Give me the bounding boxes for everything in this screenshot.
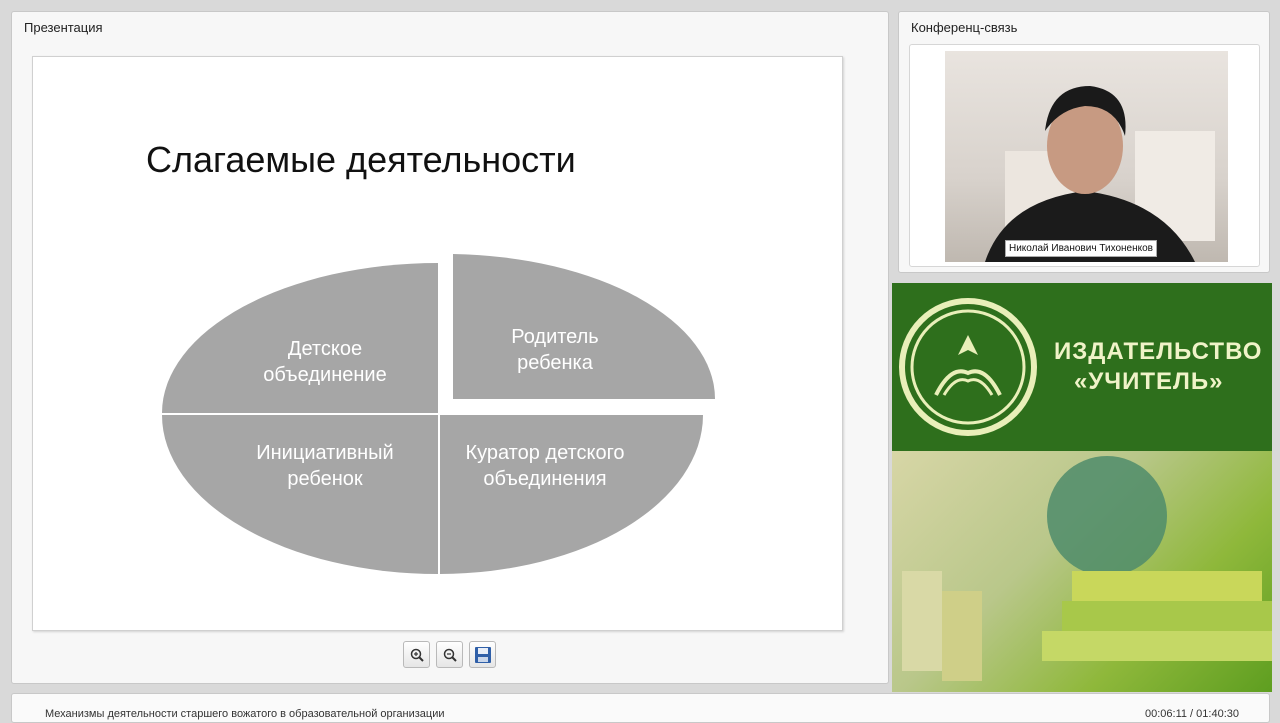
save-icon xyxy=(474,646,491,663)
speaker-name-label: Николай Иванович Тихоненков xyxy=(1005,240,1157,257)
speaker-video: Николай Иванович Тихоненков xyxy=(945,51,1228,262)
slide-toolbar xyxy=(403,641,496,671)
slide: Слагаемые деятельности Детское объединен… xyxy=(32,56,843,631)
zoom-in-icon xyxy=(410,648,424,662)
banner-image xyxy=(892,451,1272,692)
segment-label-bottom-right: Куратор детского объединения xyxy=(465,442,625,490)
books-globe-illustration xyxy=(902,456,1272,681)
segment-bottom-right xyxy=(440,415,703,574)
ellipse-diagram xyxy=(162,254,715,574)
timecode: 00:06:11 / 01:40:30 xyxy=(1145,708,1239,720)
publisher-logo-icon xyxy=(899,298,1037,436)
speaker-silhouette xyxy=(985,86,1215,262)
banner-line-1: ИЗДАТЕЛЬСТВО xyxy=(1054,338,1263,365)
status-bar: Механизмы деятельности старшего вожатого… xyxy=(11,693,1270,723)
course-title: Механизмы деятельности старшего вожатого… xyxy=(45,708,445,720)
conference-panel: Конференц-связь Николай Иванович Тихонен… xyxy=(898,11,1270,273)
banner-header: ИЗДАТЕЛЬСТВО «УЧИТЕЛЬ» xyxy=(892,283,1272,451)
segment-label-bottom-left: Инициативный ребенок xyxy=(256,442,394,490)
presentation-panel: Презентация Слагаемые деятельности Детск… xyxy=(11,11,889,684)
presentation-panel-title: Презентация xyxy=(24,20,103,35)
segment-label-top-left: Детское объединение xyxy=(263,338,387,386)
publisher-banner: ИЗДАТЕЛЬСТВО «УЧИТЕЛЬ» xyxy=(892,283,1272,692)
zoom-in-button[interactable] xyxy=(403,641,430,668)
zoom-out-button[interactable] xyxy=(436,641,463,668)
save-button[interactable] xyxy=(469,641,496,668)
segment-bottom-left xyxy=(162,415,438,574)
conference-panel-title: Конференц-связь xyxy=(911,20,1018,35)
zoom-out-icon xyxy=(443,648,457,662)
segment-label-top-right: Родитель ребенка xyxy=(511,326,599,374)
video-frame: Николай Иванович Тихоненков xyxy=(909,44,1260,267)
banner-line-2: «УЧИТЕЛЬ» xyxy=(1074,368,1224,395)
